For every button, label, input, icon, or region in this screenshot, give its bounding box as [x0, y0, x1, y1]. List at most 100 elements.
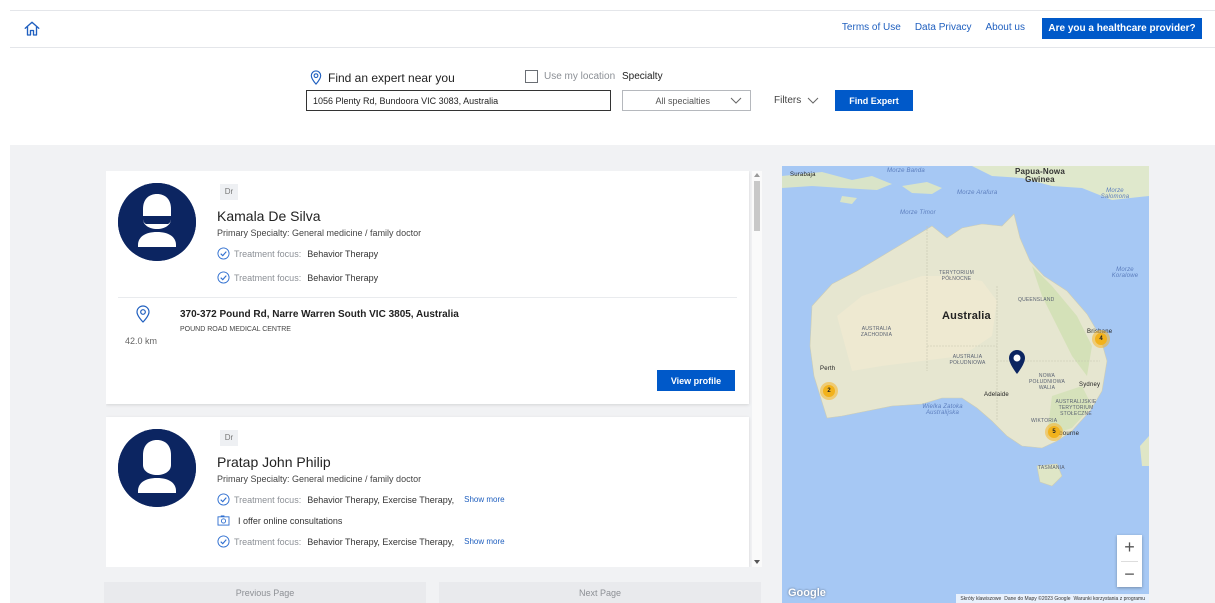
google-logo: Google	[788, 587, 826, 599]
location-pin-icon	[136, 305, 150, 323]
map-label: AUSTRALIA POŁUDNIOWA	[949, 354, 986, 366]
specialty-selected-value: All specialties	[655, 95, 710, 106]
cluster-count: 5	[1048, 426, 1060, 438]
view-profile-button[interactable]: View profile	[657, 370, 735, 391]
find-expert-text: Find an expert near you	[328, 70, 455, 85]
map-label: Morze Salomona	[1100, 188, 1130, 200]
use-location-checkbox[interactable]	[525, 70, 538, 83]
map-label: Perth	[820, 366, 836, 372]
user-avatar-icon	[118, 183, 196, 261]
specialty-label: Specialty	[622, 71, 663, 82]
treatment-focus-value: Behavior Therapy	[307, 272, 379, 283]
results-area: Dr Kamala De Silva Primary Specialty: Ge…	[10, 145, 1215, 603]
check-circle-icon	[217, 247, 230, 260]
user-avatar-icon	[118, 429, 196, 507]
avatar	[118, 183, 196, 261]
next-page-button[interactable]: Next Page	[439, 582, 761, 603]
online-consultation-row: I offer online consultations	[217, 515, 342, 526]
zoom-controls: + −	[1117, 535, 1142, 587]
map-label: Morze Arafura	[957, 190, 998, 196]
treatment-focus-value: Behavior Therapy, Exercise Therapy,	[307, 536, 455, 547]
map-label: AUSTRALIJSKIE TERYTORIUM STOŁECZNE	[1055, 399, 1097, 417]
map-label: NOWA POŁUDNIOWA WALIA	[1029, 373, 1065, 391]
treatment-focus-value: Behavior Therapy	[307, 248, 379, 259]
filters-label: Filters	[774, 95, 802, 106]
terms-of-use-link[interactable]: Terms of Use	[842, 22, 901, 33]
camera-icon	[217, 515, 230, 526]
header-links: Terms of Use Data Privacy About us	[842, 22, 1025, 33]
marker-cluster[interactable]: 5	[1045, 423, 1063, 441]
title-badge: Dr	[220, 430, 238, 446]
cluster-count: 2	[823, 385, 835, 397]
previous-page-button[interactable]: Previous Page	[104, 582, 426, 603]
treatment-focus-value: Behavior Therapy, Exercise Therapy,	[307, 494, 455, 505]
treatment-focus-row: Treatment focus: Behavior Therapy	[217, 271, 378, 284]
marker-cluster[interactable]: 4	[1092, 330, 1110, 348]
result-card: Dr Kamala De Silva Primary Specialty: Ge…	[106, 171, 749, 404]
primary-specialty: Primary Specialty: General medicine / fa…	[217, 228, 422, 238]
treatment-focus-row: Treatment focus: Behavior Therapy	[217, 247, 378, 260]
about-us-link[interactable]: About us	[986, 22, 1025, 33]
show-more-link[interactable]: Show more	[464, 495, 504, 504]
map-label: Morze Banda	[887, 168, 925, 174]
practice-name: POUND ROAD MEDICAL CENTRE	[180, 326, 291, 333]
scroll-down-arrow[interactable]	[754, 560, 760, 564]
map-label: Adelaide	[984, 392, 1009, 398]
filters-toggle[interactable]: Filters	[774, 95, 819, 106]
terms-link[interactable]: Warunki korzystania z programu	[1073, 596, 1145, 602]
map-label: Morze Timor	[900, 210, 936, 216]
zoom-in-button[interactable]: +	[1117, 535, 1142, 560]
map-label: TASMANIA	[1038, 465, 1065, 471]
result-card: Dr Pratap John Philip Primary Specialty:…	[106, 417, 749, 567]
map-label: AUSTRALIA ZACHODNIA	[860, 326, 893, 338]
check-circle-icon	[217, 493, 230, 506]
map-label: Papua-Nowa Gwinea	[1014, 167, 1065, 184]
treatment-focus-label: Treatment focus:	[234, 248, 302, 259]
avatar	[118, 429, 196, 507]
show-more-link[interactable]: Show more	[464, 537, 504, 546]
treatment-focus-row: Treatment focus: Behavior Therapy, Exerc…	[217, 493, 505, 506]
results-scrollbar[interactable]	[752, 171, 762, 567]
marker-cluster[interactable]: 2	[820, 382, 838, 400]
map-label: Wielka Zatoka Australijska	[922, 404, 963, 416]
use-location-option: Use my location	[525, 70, 615, 83]
map-view[interactable]: Surabaja Morze Banda Papua-Nowa Gwinea M…	[782, 166, 1149, 603]
online-consultation-text: I offer online consultations	[238, 515, 343, 526]
divider	[118, 297, 737, 298]
doctor-name[interactable]: Kamala De Silva	[217, 208, 321, 224]
keyboard-shortcuts-link[interactable]: Skróty klawiszowe	[960, 596, 1001, 602]
chevron-down-icon	[807, 97, 819, 104]
treatment-focus-label: Treatment focus:	[234, 536, 302, 547]
treatment-focus-label: Treatment focus:	[234, 272, 302, 283]
doctor-name[interactable]: Pratap John Philip	[217, 454, 331, 470]
location-pin-icon	[310, 70, 322, 85]
scroll-thumb[interactable]	[754, 181, 760, 231]
data-privacy-link[interactable]: Data Privacy	[915, 22, 972, 33]
results-list[interactable]: Dr Kamala De Silva Primary Specialty: Ge…	[106, 171, 772, 567]
check-circle-icon	[217, 535, 230, 548]
scroll-up-arrow[interactable]	[754, 173, 760, 177]
map-label: TERYTORIUM PÓŁNOCNE	[939, 270, 974, 282]
map-marker-icon[interactable]	[1008, 349, 1026, 375]
map-data-text: Dane do Mapy ©2023 Google	[1004, 595, 1071, 602]
use-location-label: Use my location	[544, 71, 616, 82]
find-expert-label: Find an expert near you	[310, 70, 455, 85]
map-label: Australia	[942, 310, 991, 322]
map-label: Sydney	[1079, 382, 1101, 388]
zoom-out-button[interactable]: −	[1117, 562, 1142, 587]
treatment-focus-label: Treatment focus:	[234, 494, 302, 505]
practice-address: 370-372 Pound Rd, Narre Warren South VIC…	[180, 309, 459, 320]
chevron-down-icon	[730, 97, 742, 104]
title-badge: Dr	[220, 184, 238, 200]
check-circle-icon	[217, 271, 230, 284]
healthcare-provider-button[interactable]: Are you a healthcare provider?	[1042, 18, 1202, 39]
map-attribution: Skróty klawiszowe Dane do Mapy ©2023 Goo…	[956, 594, 1149, 603]
map-label: Morze Koralowe	[1111, 267, 1139, 279]
primary-specialty: Primary Specialty: General medicine / fa…	[217, 474, 422, 484]
home-icon[interactable]	[23, 20, 41, 38]
cluster-count: 4	[1095, 333, 1107, 345]
search-panel: Find an expert near you Use my location …	[0, 48, 1215, 144]
specialty-select[interactable]: All specialties	[622, 90, 751, 111]
address-input[interactable]	[306, 90, 611, 111]
find-expert-button[interactable]: Find Expert	[835, 90, 913, 111]
